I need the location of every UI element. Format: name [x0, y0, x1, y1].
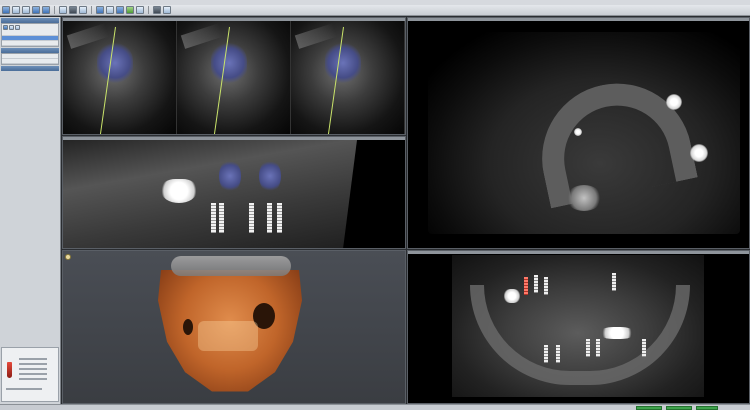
- measure-icon[interactable]: [96, 6, 104, 14]
- implant-marker[interactable]: [267, 203, 272, 233]
- metal-restoration: [690, 144, 708, 162]
- status-indicator: [696, 406, 718, 410]
- metal-restoration: [666, 94, 682, 110]
- metal-restoration: [574, 128, 582, 136]
- undo-icon[interactable]: [32, 6, 40, 14]
- implant-planning-app: [0, 0, 750, 410]
- implant-marker-selected[interactable]: [524, 277, 528, 295]
- sagittal-viewport[interactable]: [62, 136, 406, 249]
- crop-icon[interactable]: [136, 6, 144, 14]
- implant-marker[interactable]: [596, 339, 600, 357]
- viewport-header: [408, 251, 749, 254]
- property-row: [6, 388, 42, 390]
- objects-panel: [1, 53, 59, 65]
- open-file-icon[interactable]: [2, 6, 10, 14]
- print-icon[interactable]: [22, 6, 30, 14]
- dentition-detail: [198, 321, 258, 351]
- implant-marker[interactable]: [544, 345, 548, 363]
- implant-thumbnail: [7, 362, 12, 378]
- panoramic-slice[interactable]: [452, 255, 704, 397]
- settings-icon[interactable]: [163, 6, 171, 14]
- cross-section-slice[interactable]: [63, 21, 177, 134]
- implant-marker[interactable]: [249, 203, 254, 233]
- metal-restoration: [504, 289, 520, 303]
- view-orientation-icon[interactable]: [65, 254, 71, 260]
- cross-section-viewport[interactable]: [62, 17, 406, 135]
- implant-marker[interactable]: [219, 203, 224, 233]
- axial-slice[interactable]: [428, 32, 740, 234]
- panel-header-objects[interactable]: [1, 48, 59, 53]
- main-toolbar: [0, 5, 750, 16]
- left-sidebar: [0, 17, 61, 404]
- rotate-icon[interactable]: [106, 6, 114, 14]
- implant-marker[interactable]: [534, 275, 538, 293]
- cross-section-slice[interactable]: [291, 21, 405, 134]
- property-row: [19, 373, 47, 375]
- property-row: [19, 368, 47, 370]
- roi-overlay: [211, 43, 247, 83]
- implant-marker[interactable]: [556, 345, 560, 363]
- property-row: [19, 363, 47, 365]
- zoom-icon[interactable]: [79, 6, 87, 14]
- implant-properties-panel: [1, 347, 59, 402]
- implant-marker[interactable]: [544, 277, 548, 295]
- property-row: [19, 378, 47, 380]
- mandible-outline: [470, 285, 690, 385]
- roi-overlay: [219, 159, 241, 193]
- save-icon[interactable]: [12, 6, 20, 14]
- add-icon[interactable]: [3, 25, 8, 30]
- status-bar: [0, 404, 750, 410]
- remove-icon[interactable]: [9, 25, 14, 30]
- 3d-render-viewport[interactable]: [62, 250, 406, 404]
- property-row: [19, 358, 47, 360]
- metal-restoration: [600, 327, 634, 339]
- implant-marker[interactable]: [277, 203, 282, 233]
- select-icon[interactable]: [59, 6, 67, 14]
- panel-header-patient[interactable]: [1, 18, 59, 23]
- bone-structure: [566, 185, 602, 211]
- implant-marker[interactable]: [642, 339, 646, 357]
- dental-arch: [528, 69, 698, 209]
- patient-panel: [1, 23, 59, 47]
- panel-header-view[interactable]: [1, 66, 59, 71]
- toolbar-separator: [91, 6, 92, 14]
- panoramic-viewport[interactable]: [407, 250, 750, 404]
- redo-icon[interactable]: [42, 6, 50, 14]
- toolbar-separator: [54, 6, 55, 14]
- pan-icon[interactable]: [69, 6, 77, 14]
- implant-marker[interactable]: [586, 339, 590, 357]
- axial-viewport[interactable]: [407, 17, 750, 249]
- toolbar-separator: [148, 6, 149, 14]
- cross-section-slice[interactable]: [177, 21, 291, 134]
- nerve-icon[interactable]: [126, 6, 134, 14]
- roi-overlay: [325, 43, 361, 83]
- status-indicator: [636, 406, 662, 410]
- edit-icon[interactable]: [15, 25, 20, 30]
- panel-toolbar: [2, 24, 58, 31]
- roi-overlay: [97, 43, 133, 83]
- anatomy-opening: [183, 319, 193, 335]
- implant-icon[interactable]: [116, 6, 124, 14]
- layout-icon[interactable]: [153, 6, 161, 14]
- roi-overlay: [259, 159, 281, 193]
- maxilla-surface: [171, 256, 291, 276]
- viewport-header: [408, 18, 749, 21]
- metal-crown: [161, 179, 197, 203]
- list-item[interactable]: [2, 41, 58, 46]
- list-item[interactable]: [2, 59, 58, 64]
- status-indicator: [666, 406, 692, 410]
- implant-marker[interactable]: [211, 203, 216, 233]
- implant-marker[interactable]: [612, 273, 616, 291]
